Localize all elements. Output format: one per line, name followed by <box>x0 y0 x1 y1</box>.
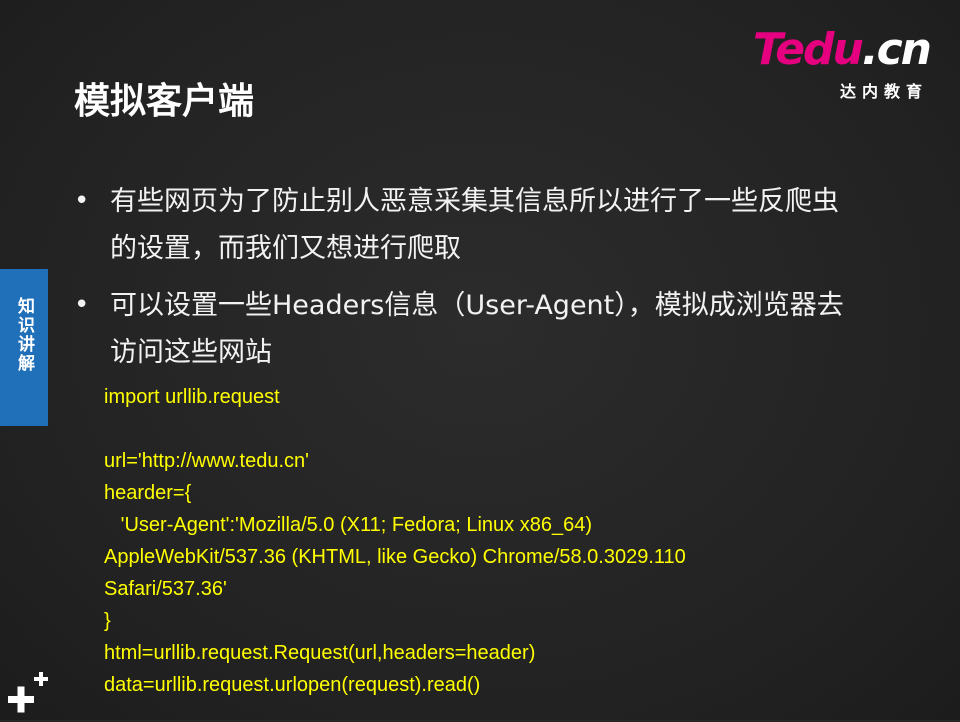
logo-letter-t: T <box>752 24 777 75</box>
logo-cn: cn <box>876 24 932 75</box>
logo-wordmark: Tedu.cn <box>740 28 932 72</box>
bullet-text: 可以设置一些Headers信息（User-Agent），模拟成浏览器去访问这些网… <box>110 290 844 368</box>
tedu-logo: Tedu.cn 达内教育 <box>740 28 932 102</box>
code-line: html=urllib.request.Request(url,headers=… <box>104 642 536 664</box>
bullet-text: 有些网页为了防止别人恶意采集其信息所以进行了一些反爬虫的设置，而我们又想进行爬取 <box>110 186 839 264</box>
logo-edu: edu <box>775 24 864 75</box>
code-line: Safari/537.36' <box>104 578 227 600</box>
code-line: AppleWebKit/537.36 (KHTML, like Gecko) C… <box>104 546 686 568</box>
bullet-list: • 有些网页为了防止别人恶意采集其信息所以进行了一些反爬虫的设置，而我们又想进行… <box>74 178 864 376</box>
plus-icon-graphic <box>8 672 48 713</box>
code-line: url='http://www.tedu.cn' <box>104 450 309 472</box>
bullet-dot-icon: • <box>74 290 90 320</box>
side-tab-label: 知识讲解 <box>14 297 34 373</box>
code-line: import urllib.request <box>104 386 280 408</box>
code-line: hearder={ <box>104 482 192 504</box>
bullet-item: • 可以设置一些Headers信息（User-Agent），模拟成浏览器去访问这… <box>74 282 864 376</box>
logo-subtitle: 达内教育 <box>839 82 928 101</box>
bullet-dot-icon: • <box>74 186 90 216</box>
code-line: data=urllib.request.urlopen(request).rea… <box>104 674 481 696</box>
slide: Tedu.cn 达内教育 模拟客户端 知识讲解 • 有些网页为了防止别人恶意采集… <box>0 0 960 720</box>
bullet-item: • 有些网页为了防止别人恶意采集其信息所以进行了一些反爬虫的设置，而我们又想进行… <box>74 178 864 272</box>
side-tab: 知识讲解 <box>0 269 48 426</box>
code-line: } <box>104 610 111 632</box>
page-title: 模拟客户端 <box>74 81 255 122</box>
plus-icon <box>4 668 54 718</box>
logo-dot: . <box>861 24 879 75</box>
code-line: 'User-Agent':'Mozilla/5.0 (X11; Fedora; … <box>104 514 592 536</box>
code-block: import urllib.request url='http://www.te… <box>104 381 844 701</box>
